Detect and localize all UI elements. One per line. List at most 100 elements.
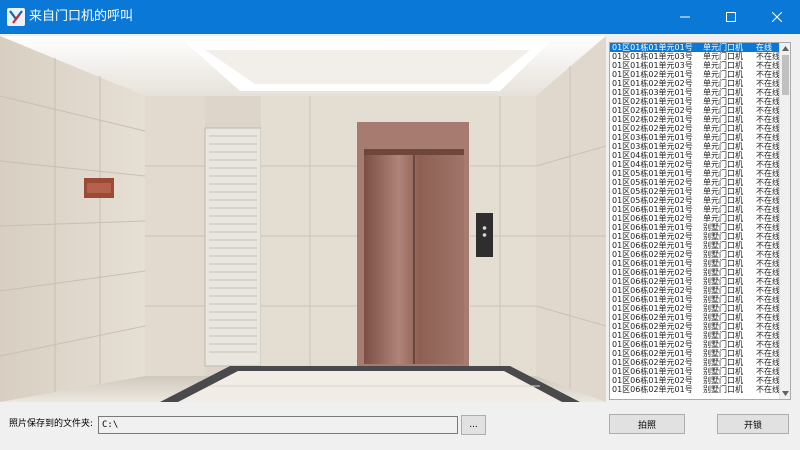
- list-item-type: 别墅门口机: [703, 340, 743, 349]
- list-item-status: 不在线: [756, 106, 780, 115]
- list-item[interactable]: 01区01栋03单元01号 单元门口机 不在线: [610, 88, 780, 97]
- list-item-type: 别墅门口机: [703, 349, 743, 358]
- list-item-status: 不在线: [756, 205, 780, 214]
- list-item[interactable]: 01区06栋02单元02号 别墅门口机 不在线: [610, 250, 780, 259]
- list-item[interactable]: 01区05栋02单元02号 单元门口机 不在线: [610, 196, 780, 205]
- list-item[interactable]: 01区06栋02单元01号 别墅门口机 不在线: [610, 385, 780, 394]
- list-item-device-id: 01区06栋01单元01号: [612, 295, 693, 304]
- list-item[interactable]: 01区04栋01单元01号 单元门口机 不在线: [610, 151, 780, 160]
- list-item-status: 不在线: [756, 88, 780, 97]
- list-item[interactable]: 01区05栋01单元01号 单元门口机 不在线: [610, 169, 780, 178]
- list-item-status: 不在线: [756, 259, 780, 268]
- list-item-type: 单元门口机: [703, 115, 743, 124]
- minimize-button[interactable]: [662, 0, 708, 34]
- app-logo-icon: [7, 8, 25, 26]
- close-button[interactable]: [754, 0, 800, 34]
- list-item-status: 不在线: [756, 124, 780, 133]
- list-item-status: 不在线: [756, 277, 780, 286]
- scroll-down-button[interactable]: [780, 388, 790, 399]
- list-item-status: 不在线: [756, 385, 780, 394]
- list-item-device-id: 01区01栋02单元02号: [612, 79, 693, 88]
- list-item[interactable]: 01区06栋01单元01号 别墅门口机 不在线: [610, 367, 780, 376]
- list-item-type: 单元门口机: [703, 205, 743, 214]
- list-item-device-id: 01区06栋02单元01号: [612, 349, 693, 358]
- list-item-device-id: 01区06栋02单元02号: [612, 286, 693, 295]
- list-item-status: 不在线: [756, 232, 780, 241]
- list-item-device-id: 01区02栋01单元02号: [612, 106, 693, 115]
- device-list[interactable]: 01区01栋01单元01号 单元门口机 在线 01区01栋01单元03号 单元门口机 不在…: [609, 42, 791, 400]
- list-item-device-id: 01区06栋01单元02号: [612, 214, 693, 223]
- list-item-device-id: 01区04栋01单元01号: [612, 151, 693, 160]
- list-item[interactable]: 01区06栋01单元02号 别墅门口机 不在线: [610, 232, 780, 241]
- list-item-type: 单元门口机: [703, 97, 743, 106]
- list-item-status: 不在线: [756, 133, 780, 142]
- maximize-button[interactable]: [708, 0, 754, 34]
- list-item[interactable]: 01区06栋02单元01号 别墅门口机 不在线: [610, 349, 780, 358]
- list-item[interactable]: 01区06栋02单元02号 别墅门口机 不在线: [610, 358, 780, 367]
- scroll-up-button[interactable]: [780, 43, 790, 54]
- list-item-type: 单元门口机: [703, 178, 743, 187]
- list-item[interactable]: 01区06栋01单元02号 别墅门口机 不在线: [610, 304, 780, 313]
- list-item-type: 别墅门口机: [703, 223, 743, 232]
- list-item-type: 单元门口机: [703, 88, 743, 97]
- list-scrollbar[interactable]: [779, 43, 790, 399]
- list-item[interactable]: 01区06栋02单元01号 别墅门口机 不在线: [610, 277, 780, 286]
- list-item[interactable]: 01区02栋01单元02号 单元门口机 不在线: [610, 106, 780, 115]
- list-item-device-id: 01区06栋02单元01号: [612, 385, 693, 394]
- list-item[interactable]: 01区06栋02单元01号 别墅门口机 不在线: [610, 241, 780, 250]
- list-item-type: 别墅门口机: [703, 232, 743, 241]
- list-item-device-id: 01区06栋01单元02号: [612, 304, 693, 313]
- list-item[interactable]: 01区02栋01单元01号 单元门口机 不在线: [610, 97, 780, 106]
- list-item[interactable]: 01区06栋02单元02号 别墅门口机 不在线: [610, 286, 780, 295]
- list-item[interactable]: 01区06栋01单元02号 别墅门口机 不在线: [610, 340, 780, 349]
- title-bar[interactable]: 来自门口机的呼叫: [0, 0, 800, 34]
- list-item[interactable]: 01区06栋01单元02号 单元门口机 不在线: [610, 214, 780, 223]
- list-item[interactable]: 01区06栋01单元01号 别墅门口机 不在线: [610, 259, 780, 268]
- list-item-status: 不在线: [756, 160, 780, 169]
- list-item[interactable]: 01区06栋01单元01号 别墅门口机 不在线: [610, 331, 780, 340]
- device-list-items[interactable]: 01区01栋01单元01号 单元门口机 在线 01区01栋01单元03号 单元门口机 不在…: [610, 43, 780, 394]
- list-item-device-id: 01区06栋02单元02号: [612, 322, 693, 331]
- list-item[interactable]: 01区06栋02单元02号 别墅门口机 不在线: [610, 322, 780, 331]
- list-item[interactable]: 01区01栋01单元01号 单元门口机 在线: [610, 43, 780, 52]
- list-item[interactable]: 01区06栋02单元01号 别墅门口机 不在线: [610, 313, 780, 322]
- list-item[interactable]: 01区06栋01单元02号 别墅门口机 不在线: [610, 376, 780, 385]
- list-item[interactable]: 01区02栋02单元01号 单元门口机 不在线: [610, 115, 780, 124]
- list-item-status: 不在线: [756, 196, 780, 205]
- list-item[interactable]: 01区06栋01单元02号 别墅门口机 不在线: [610, 268, 780, 277]
- list-item[interactable]: 01区01栋01单元03号 单元门口机 不在线: [610, 52, 780, 61]
- list-item-device-id: 01区05栋02单元02号: [612, 196, 693, 205]
- list-item[interactable]: 01区03栋01单元01号 单元门口机 不在线: [610, 133, 780, 142]
- scroll-thumb[interactable]: [782, 55, 789, 95]
- unlock-button[interactable]: 开锁: [717, 414, 789, 434]
- list-item-type: 别墅门口机: [703, 322, 743, 331]
- list-item[interactable]: 01区06栋01单元01号 别墅门口机 不在线: [610, 223, 780, 232]
- list-item[interactable]: 01区03栋01单元02号 单元门口机 不在线: [610, 142, 780, 151]
- list-item[interactable]: 01区05栋02单元01号 单元门口机 不在线: [610, 187, 780, 196]
- list-item[interactable]: 01区06栋01单元01号 单元门口机 不在线: [610, 205, 780, 214]
- list-item[interactable]: 01区02栋02单元02号 单元门口机 不在线: [610, 124, 780, 133]
- list-item-device-id: 01区01栋01单元03号: [612, 52, 693, 61]
- list-item[interactable]: 01区05栋01单元02号 单元门口机 不在线: [610, 178, 780, 187]
- capture-photo-button[interactable]: 拍照: [609, 414, 685, 434]
- list-item-device-id: 01区04栋01单元02号: [612, 160, 693, 169]
- browse-button[interactable]: ...: [461, 415, 486, 435]
- list-item[interactable]: 01区06栋01单元01号 别墅门口机 不在线: [610, 295, 780, 304]
- list-item-device-id: 01区06栋01单元01号: [612, 331, 693, 340]
- list-item-status: 不在线: [756, 97, 780, 106]
- list-item-type: 单元门口机: [703, 169, 743, 178]
- list-item[interactable]: 01区01栋02单元01号 单元门口机 不在线: [610, 70, 780, 79]
- list-item[interactable]: 01区01栋01单元03号 单元门口机 不在线: [610, 61, 780, 70]
- list-item-device-id: 01区01栋03单元01号: [612, 88, 693, 97]
- list-item-device-id: 01区05栋01单元02号: [612, 178, 693, 187]
- list-item-device-id: 01区06栋02单元01号: [612, 241, 693, 250]
- folder-path-field[interactable]: C:\: [98, 416, 458, 434]
- list-item-type: 单元门口机: [703, 160, 743, 169]
- list-item-status: 不在线: [756, 142, 780, 151]
- list-item-status: 不在线: [756, 268, 780, 277]
- list-item-device-id: 01区06栋01单元01号: [612, 223, 693, 232]
- list-item-device-id: 01区06栋01单元02号: [612, 376, 693, 385]
- list-item[interactable]: 01区01栋02单元02号 单元门口机 不在线: [610, 79, 780, 88]
- list-item[interactable]: 01区04栋01单元02号 单元门口机 不在线: [610, 160, 780, 169]
- list-item-type: 别墅门口机: [703, 358, 743, 367]
